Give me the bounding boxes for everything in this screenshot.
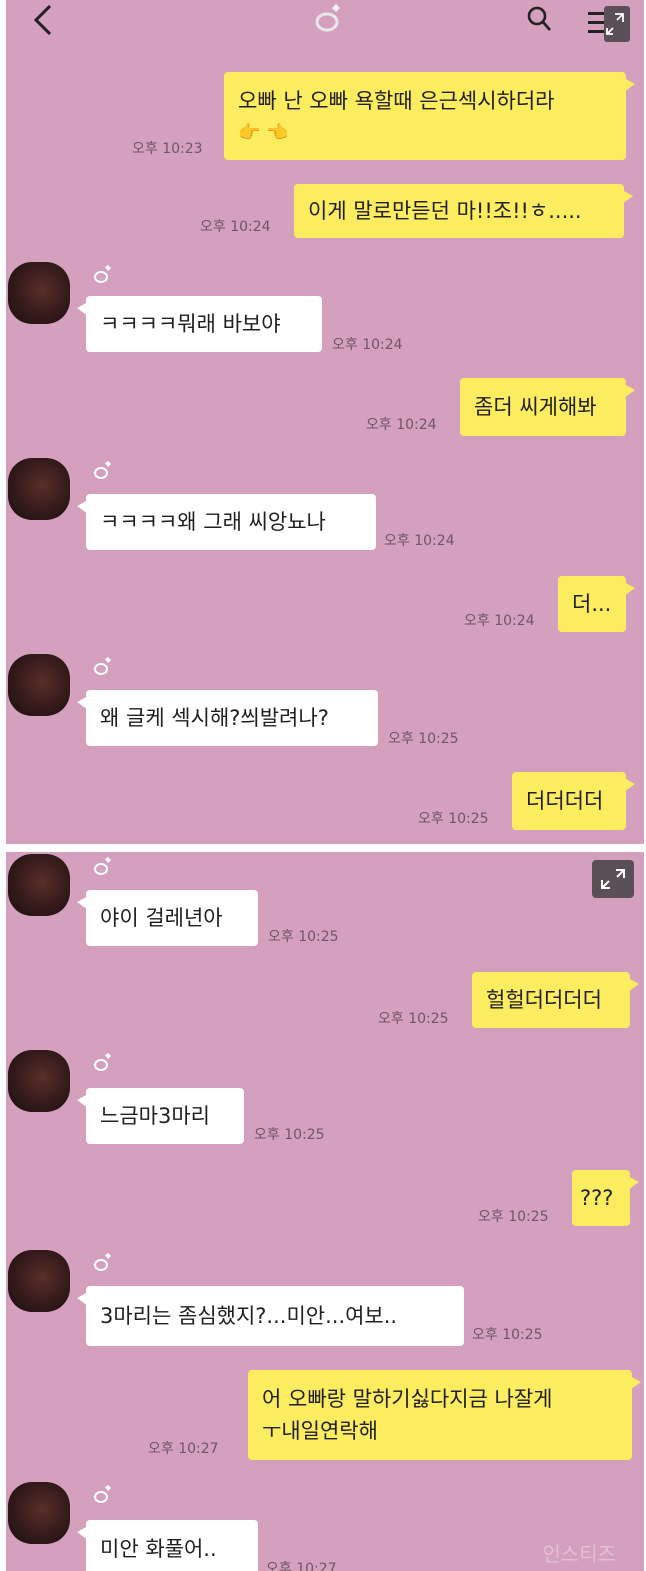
message-time: 오후 10:25 <box>418 811 489 827</box>
ring-icon <box>315 4 340 32</box>
message-time: 오후 10:25 <box>388 731 459 747</box>
message-text: 야이 걸레년아 <box>100 906 223 930</box>
message-text: 오빠 난 오빠 욕할때 은근섹시하더라 <box>238 89 555 113</box>
message-text: ㅋㅋㅋㅋ왜 그래 씨앙뇨나 <box>100 510 326 534</box>
avatar[interactable] <box>8 262 70 324</box>
ring-icon <box>94 657 111 675</box>
avatar[interactable] <box>8 1050 70 1112</box>
ring-icon <box>94 1253 111 1271</box>
message-time: 오후 10:24 <box>384 533 455 549</box>
message-time: 오후 10:25 <box>254 1127 325 1143</box>
message-time: 오후 10:25 <box>478 1209 549 1225</box>
message-time: 오후 10:27 <box>148 1441 219 1457</box>
their-message-bubble: 미안 화풀어.. <box>77 1520 258 1571</box>
avatar[interactable] <box>8 1250 70 1312</box>
ring-icon <box>94 1485 111 1503</box>
message-text: 왜 글케 섹시해?씌발려나? <box>100 706 329 730</box>
my-message-bubble: 더더더더 <box>512 772 635 830</box>
message-text-line-1: 어 오빠랑 말하기싫다지금 나잘게 <box>262 1387 553 1411</box>
their-message-bubble: 왜 글케 섹시해?씌발려나? <box>77 690 378 746</box>
their-message-bubble: ㅋㅋㅋㅋ왜 그래 씨앙뇨나 <box>77 494 376 550</box>
ring-icon <box>94 1053 111 1071</box>
my-message-bubble: 이게 말로만듣던 마!!조!!ㅎ..... <box>294 184 633 238</box>
ring-icon <box>94 461 111 479</box>
chat-header <box>6 0 644 46</box>
ring-icon <box>94 265 111 283</box>
my-message-bubble: 더... <box>558 576 635 632</box>
chevron-left-icon[interactable] <box>30 2 58 38</box>
my-message-bubble: 어 오빠랑 말하기싫다지금 나잘게 ㅜ내일연락해 <box>248 1370 641 1460</box>
my-message-bubble: 헐헐더더더더 <box>472 972 639 1028</box>
pointing-hands-emoji-icon: 👉 👈 <box>238 122 289 143</box>
message-time: 오후 10:24 <box>332 337 403 353</box>
my-message-bubble: ??? <box>572 1170 639 1226</box>
their-message-bubble: 느금마3마리 <box>77 1088 244 1144</box>
message-text: 더... <box>572 592 612 616</box>
avatar[interactable] <box>8 1482 70 1544</box>
message-text: 느금마3마리 <box>100 1104 210 1128</box>
message-time: 오후 10:27 <box>266 1561 337 1571</box>
expand-icon[interactable] <box>592 860 634 898</box>
message-time: 오후 10:25 <box>378 1011 449 1027</box>
ring-icon <box>94 857 111 875</box>
message-time: 오후 10:23 <box>132 141 203 157</box>
my-message-bubble: 오빠 난 오빠 욕할때 은근섹시하더라 👉 👈 <box>224 72 635 160</box>
message-text: ??? <box>580 1186 614 1210</box>
message-text: 미안 화풀어.. <box>100 1537 217 1561</box>
watermark: 인스티즈 <box>542 1542 616 1566</box>
message-text: 3마리는 좀심했지?...미안...여보.. <box>100 1304 398 1328</box>
message-time: 오후 10:25 <box>268 929 339 945</box>
their-message-bubble: 야이 걸레년아 <box>77 890 258 946</box>
their-message-bubble: 3마리는 좀심했지?...미안...여보.. <box>77 1286 464 1346</box>
chat-screenshot-bottom: 야이 걸레년아 오후 10:25 헐헐더더더더 오후 10:25 느금마3마리 … <box>6 852 644 1571</box>
menu-icon[interactable] <box>586 4 630 44</box>
message-time: 오후 10:25 <box>472 1327 543 1343</box>
search-icon[interactable] <box>524 4 554 34</box>
message-text: 이게 말로만듣던 마!!조!!ㅎ..... <box>308 199 582 223</box>
message-text: 헐헐더더더더 <box>486 988 602 1012</box>
avatar[interactable] <box>8 854 70 916</box>
their-message-bubble: ㅋㅋㅋㅋ뭐래 바보야 <box>77 296 322 352</box>
message-time: 오후 10:24 <box>366 417 437 433</box>
message-text: 더더더더 <box>526 789 604 813</box>
message-text: ㅋㅋㅋㅋ뭐래 바보야 <box>100 312 281 336</box>
message-text: 좀더 씨게해봐 <box>474 395 597 419</box>
avatar[interactable] <box>8 654 70 716</box>
chat-screenshot-top: 오빠 난 오빠 욕할때 은근섹시하더라 👉 👈 오후 10:23 이게 말로만듣… <box>6 0 644 844</box>
message-time: 오후 10:24 <box>464 613 535 629</box>
message-text-line-2: ㅜ내일연락해 <box>262 1419 378 1443</box>
message-time: 오후 10:24 <box>200 219 271 235</box>
my-message-bubble: 좀더 씨게해봐 <box>460 378 635 436</box>
avatar[interactable] <box>8 458 70 520</box>
